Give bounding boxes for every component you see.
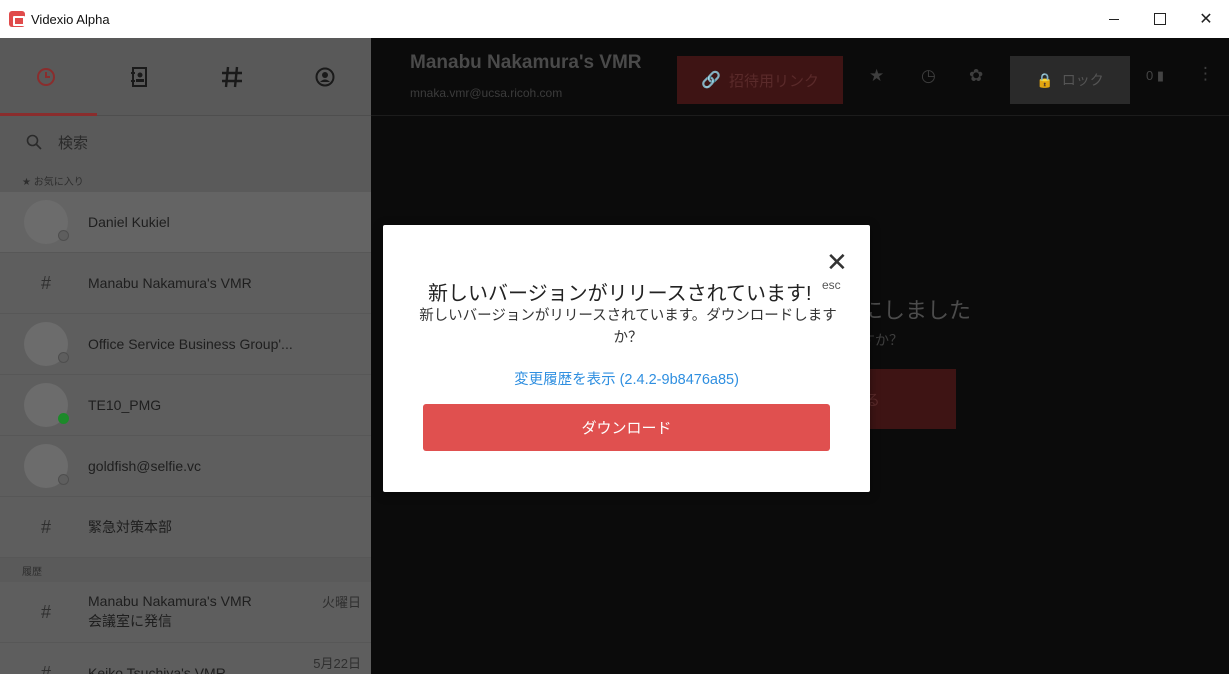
history-icon[interactable]: ◷ [921, 66, 936, 86]
contact-name: goldfish@selfie.vc [88, 458, 202, 474]
contact-name: Daniel Kukiel [88, 214, 170, 230]
status-indicator [58, 474, 69, 485]
online-status-indicator [58, 413, 69, 424]
room-name: Manabu Nakamura's VMR [88, 275, 252, 291]
history-name: Manabu Nakamura's VMR [88, 593, 252, 609]
history-name: Keiko Tsuchiya's VMR [88, 665, 226, 674]
room-item[interactable]: # Manabu Nakamura's VMR [0, 253, 371, 314]
tab-rooms[interactable] [186, 38, 279, 116]
room-hash-icon: # [40, 272, 51, 293]
star-icon[interactable]: ★ [869, 66, 884, 86]
dialog-message: 新しいバージョンがリリースされています。ダウンロードしますか？ [419, 308, 837, 346]
avatar [24, 200, 69, 244]
history-subtext: 会議室に発信 [88, 613, 172, 629]
status-indicator [58, 352, 69, 363]
history-item[interactable]: # Manabu Nakamura's VMR 会議室に発信 火曜日 [0, 582, 371, 643]
contact-item[interactable]: goldfish@selfie.vc [0, 436, 371, 497]
lock-icon: 🔒 [1036, 71, 1054, 88]
lock-button[interactable]: 🔒 ロック [1010, 56, 1130, 104]
close-window-button[interactable]: ✕ [1183, 0, 1229, 38]
avatar [24, 383, 69, 427]
room-header: Manabu Nakamura's VMR mnaka.vmr@ucsa.ric… [371, 38, 1229, 116]
room-hash-icon: # [40, 516, 51, 537]
changelog-link[interactable]: 変更履歴を表示 (2.4.2-9b8476a85) [383, 368, 870, 389]
room-hash-icon: # [40, 662, 51, 674]
sidebar: 検索 ★ お気に入り Daniel Kukiel # Manabu Nakamu… [0, 38, 371, 674]
room-name: 緊急対策本部 [88, 519, 172, 535]
contact-name: Office Service Business Group'... [88, 336, 293, 352]
update-dialog: ✕ esc 新しいバージョンがリリースされています! 新しいバージョンがリリース… [383, 225, 870, 492]
room-hash-icon: # [40, 601, 51, 622]
search-bar[interactable]: 検索 [0, 116, 371, 168]
history-date: 火曜日 [321, 595, 361, 610]
contact-item[interactable]: Office Service Business Group'... [0, 314, 371, 375]
favorites-header: ★ お気に入り [0, 168, 371, 192]
user-circle-icon [315, 67, 335, 87]
address-book-icon [131, 67, 148, 87]
videxio-logo-icon [9, 11, 25, 27]
esc-hint: esc [822, 278, 841, 292]
more-menu-icon[interactable]: ⋮ [1197, 64, 1214, 84]
link-icon: 🔗 [701, 72, 721, 89]
lock-label: ロック [1061, 72, 1104, 88]
person-icon: ▮ [1156, 68, 1165, 83]
status-indicator [58, 230, 69, 241]
background-action-button[interactable]: る [861, 369, 956, 429]
history-header: 履歴 [0, 558, 371, 582]
contact-name: TE10_PMG [88, 397, 162, 413]
hash-icon [221, 66, 242, 88]
search-input[interactable]: 検索 [58, 132, 88, 153]
room-email: mnaka.vmr@ucsa.ricoh.com [410, 86, 563, 100]
tab-recent[interactable] [0, 38, 97, 116]
avatar [24, 444, 69, 488]
dialog-title: 新しいバージョンがリリースされています! [428, 283, 812, 305]
participant-count: 0 ▮ [1146, 68, 1165, 83]
history-item[interactable]: # Keiko Tsuchiya's VMR 5月22日 [0, 643, 371, 674]
tab-contacts[interactable] [93, 38, 186, 116]
invite-label: 招待用リンク [728, 72, 819, 90]
title-bar: Videxio Alpha ✕ [0, 0, 1229, 38]
background-message: にしました [861, 298, 972, 323]
close-icon[interactable]: ✕ [826, 249, 848, 275]
contact-item[interactable]: Daniel Kukiel [0, 192, 371, 253]
sidebar-tabs [0, 38, 371, 116]
window-controls: ✕ [1091, 0, 1229, 38]
download-button[interactable]: ダウンロード [423, 404, 830, 451]
window-title: Videxio Alpha [31, 11, 110, 27]
room-title: Manabu Nakamura's VMR [410, 52, 642, 73]
invite-link-button[interactable]: 🔗 招待用リンク [677, 56, 843, 104]
maximize-button[interactable] [1137, 0, 1183, 38]
tab-profile[interactable] [278, 38, 371, 116]
room-item[interactable]: # 緊急対策本部 [0, 497, 371, 558]
history-date: 5月22日 [313, 656, 361, 671]
avatar [24, 322, 69, 366]
search-icon [26, 134, 42, 150]
minimize-button[interactable] [1091, 0, 1137, 38]
gear-icon[interactable]: ✿ [969, 66, 983, 86]
contact-item[interactable]: TE10_PMG [0, 375, 371, 436]
clock-icon [37, 68, 56, 86]
